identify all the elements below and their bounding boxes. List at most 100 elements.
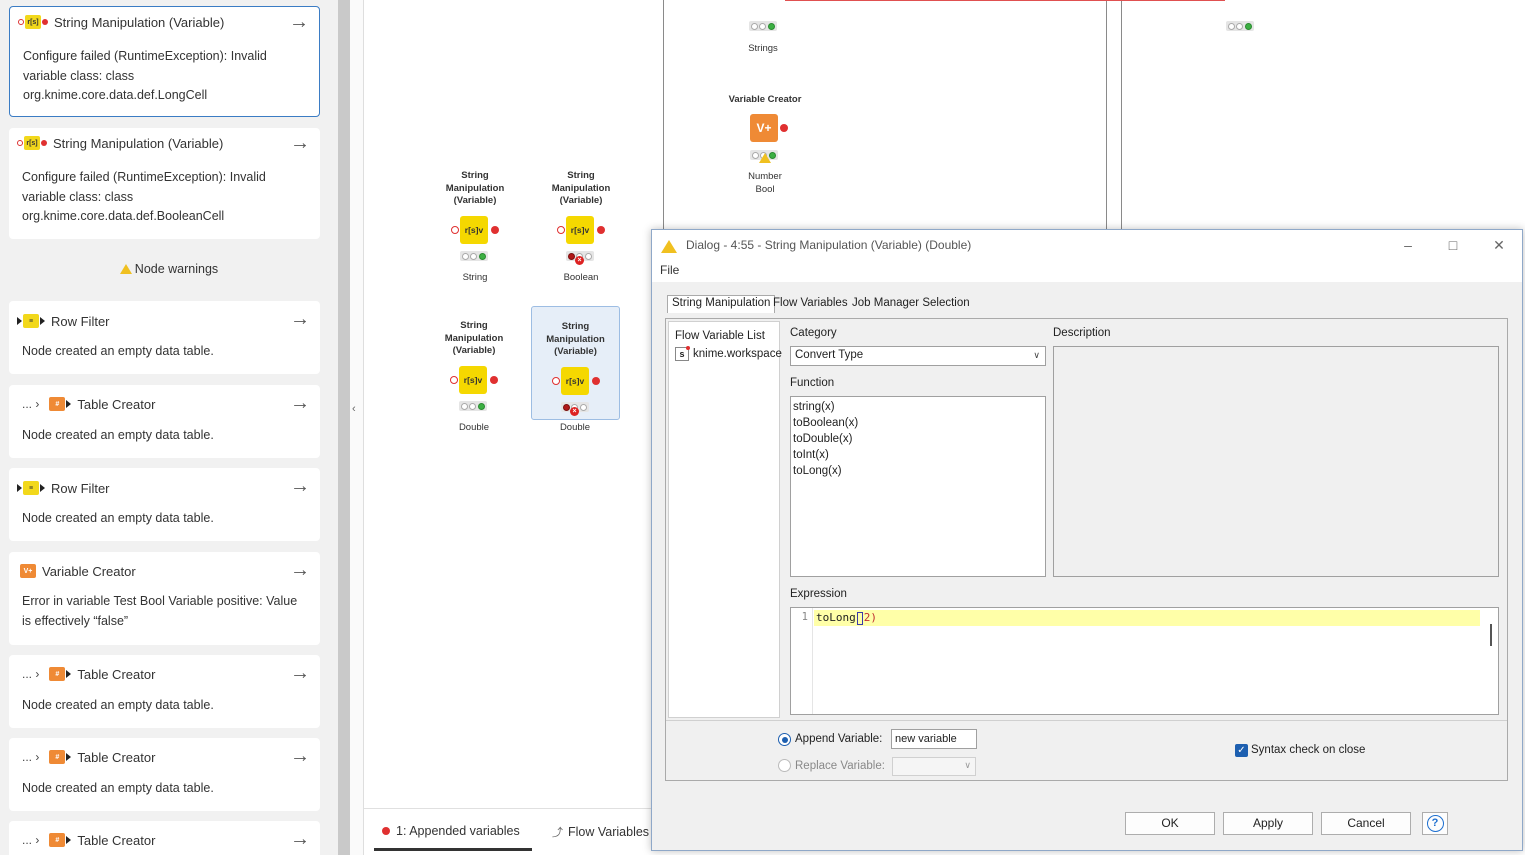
status-light [751,151,759,159]
variable-creator-icon: V+ [20,564,36,578]
workflow-node[interactable] [1196,0,1286,34]
ok-button[interactable]: OK [1125,812,1215,835]
node-title-line: String [461,170,489,181]
apply-button[interactable]: Apply [1223,812,1313,835]
message-line: Configure failed (RuntimeException): Inv… [22,170,266,184]
append-variable-radio[interactable] [778,733,791,746]
navigate-arrow-icon[interactable]: → [290,133,310,153]
node-title-line: (Variable) [452,345,496,356]
navigate-arrow-icon[interactable]: → [290,393,310,413]
input-port-icon [451,225,459,234]
workflow-node-string-manipulation[interactable]: String Manipulation (Variable) r[s]v Dou… [429,320,519,440]
navigate-arrow-icon[interactable]: → [290,309,310,329]
chevron-down-icon: ∨ [1033,350,1040,360]
cancel-button[interactable]: Cancel [1321,812,1411,835]
breadcrumb[interactable]: ... › [22,667,39,681]
close-button[interactable]: ✕ [1484,235,1514,255]
message-line: Error in variable Test Bool Variable pos… [22,594,298,608]
tab-string-manipulation[interactable]: String Manipulation [667,295,776,313]
message-card[interactable]: ≡ Row Filter → Node created an empty dat… [9,301,320,374]
input-port-icon [552,376,560,385]
maximize-button[interactable]: □ [1438,235,1468,255]
card-header: r[s] String Manipulation (Variable) [10,7,319,37]
card-header: ≡ Row Filter [9,306,320,336]
flow-variable-item[interactable]: s knime.workspace [675,346,782,361]
row-filter-icon: ≡ [23,481,39,495]
chevron-right-icon: › [35,667,40,681]
error-icon: × [570,407,579,416]
card-message: Error in variable Test Bool Variable pos… [22,592,310,631]
collapse-panel-icon[interactable]: ‹ [352,403,356,415]
message-card[interactable]: r[s] String Manipulation (Variable) → Co… [9,128,320,239]
dialog-titlebar[interactable]: Dialog - 4:55 - String Manipulation (Var… [652,230,1522,260]
message-card[interactable]: ... › # Table Creator → Node created an … [9,655,320,728]
string-manipulation-panel: Flow Variable List s knime.workspace Cat… [665,318,1508,781]
workflow-node-string-manipulation[interactable]: String Manipulation (Variable) r[s]v × B… [536,170,626,290]
breadcrumb[interactable]: ... › [22,397,39,411]
replace-variable-radio[interactable] [778,759,791,772]
card-message: Node created an empty data table. [22,779,310,799]
append-variable-input[interactable] [891,729,977,749]
string-manipulation-variable-icon: r[s]v [566,215,594,244]
syntax-check-checkbox[interactable]: ✓ [1235,744,1248,757]
node-label: Boolean [563,272,599,283]
function-item[interactable]: toBoolean(x) [793,415,1043,431]
navigate-arrow-icon[interactable]: → [290,746,310,766]
function-list[interactable]: string(x) toBoolean(x) toDouble(x) toInt… [790,396,1046,577]
status-light [461,252,469,260]
category-select[interactable]: Convert Type ∨ [790,346,1046,366]
card-header: r[s] String Manipulation (Variable) [9,128,320,158]
panel-splitter[interactable] [338,0,350,855]
card-header: V+ Variable Creator [9,556,320,586]
message-card[interactable]: ≡ Row Filter → Node created an empty dat… [9,468,320,541]
workflow-node-string-manipulation[interactable]: String Manipulation (Variable) r[s]v Str… [430,170,520,290]
chevron-down-icon: ∨ [964,760,971,770]
expression-line[interactable]: toLong 2) [814,610,1480,626]
replace-variable-select[interactable]: ∨ [892,757,976,776]
knime-warning-logo-icon [661,239,677,253]
expression-editor[interactable]: 1 toLong 2) [790,607,1499,715]
tab-job-manager-selection[interactable]: Job Manager Selection [848,296,974,314]
workflow-node-string-manipulation-selected[interactable]: String Manipulation (Variable) r[s]v × [531,306,620,420]
breadcrumb-ellipsis: ... [22,667,33,681]
menu-file[interactable]: File [660,263,679,277]
function-item[interactable]: toInt(x) [793,447,1043,463]
help-button[interactable]: ? [1422,812,1448,835]
navigate-arrow-icon[interactable]: → [290,663,310,683]
status-light [567,252,575,260]
navigate-arrow-icon[interactable]: → [290,560,310,580]
message-card[interactable]: ... › # Table Creator → Node created an … [9,385,320,458]
tab-flow-variables[interactable]: ⤴ Flow Variables [552,824,649,840]
text-cursor [856,611,863,625]
message-line: Node created an empty data table. [22,511,214,525]
navigate-arrow-icon[interactable]: → [289,12,309,32]
minimize-button[interactable]: – [1393,235,1423,255]
description-label: Description [1053,327,1111,339]
breadcrumb[interactable]: ... › [22,750,39,764]
flow-variable-list[interactable]: Flow Variable List s knime.workspace [668,321,782,718]
port-dot-icon [382,827,390,835]
function-item[interactable]: string(x) [793,399,1043,415]
function-item[interactable]: toDouble(x) [793,431,1043,447]
breadcrumb[interactable]: ... › [22,833,39,847]
workflow-node[interactable]: + Strings [718,0,808,64]
message-line: variable class: class [23,68,135,83]
message-card[interactable]: V+ Variable Creator → Error in variable … [9,552,320,645]
workflow-node-variable-creator[interactable]: Variable Creator V+ Number Bool [720,94,810,204]
editor-scrollbar[interactable] [1490,624,1492,646]
message-card[interactable]: ... › # Table Creator → [9,821,320,855]
navigate-arrow-icon[interactable]: → [290,476,310,496]
status-light [585,252,593,260]
status-light [562,403,570,411]
navigate-arrow-icon[interactable]: → [290,829,310,849]
tab-flow-variables[interactable]: Flow Variables [769,296,852,314]
node-title-line: Manipulation [546,333,605,345]
input-port-icon [17,484,22,492]
message-line: org.knime.core.data.def.LongCell [23,88,208,102]
output-port-icon [66,836,72,844]
message-card[interactable]: r[s] String Manipulation (Variable) → Co… [9,6,320,117]
message-card[interactable]: ... › # Table Creator → Node created an … [9,738,320,811]
node-title-line: String [460,320,488,331]
function-item[interactable]: toLong(x) [793,463,1043,479]
tab-appended-variables[interactable]: 1: Appended variables [382,824,520,838]
